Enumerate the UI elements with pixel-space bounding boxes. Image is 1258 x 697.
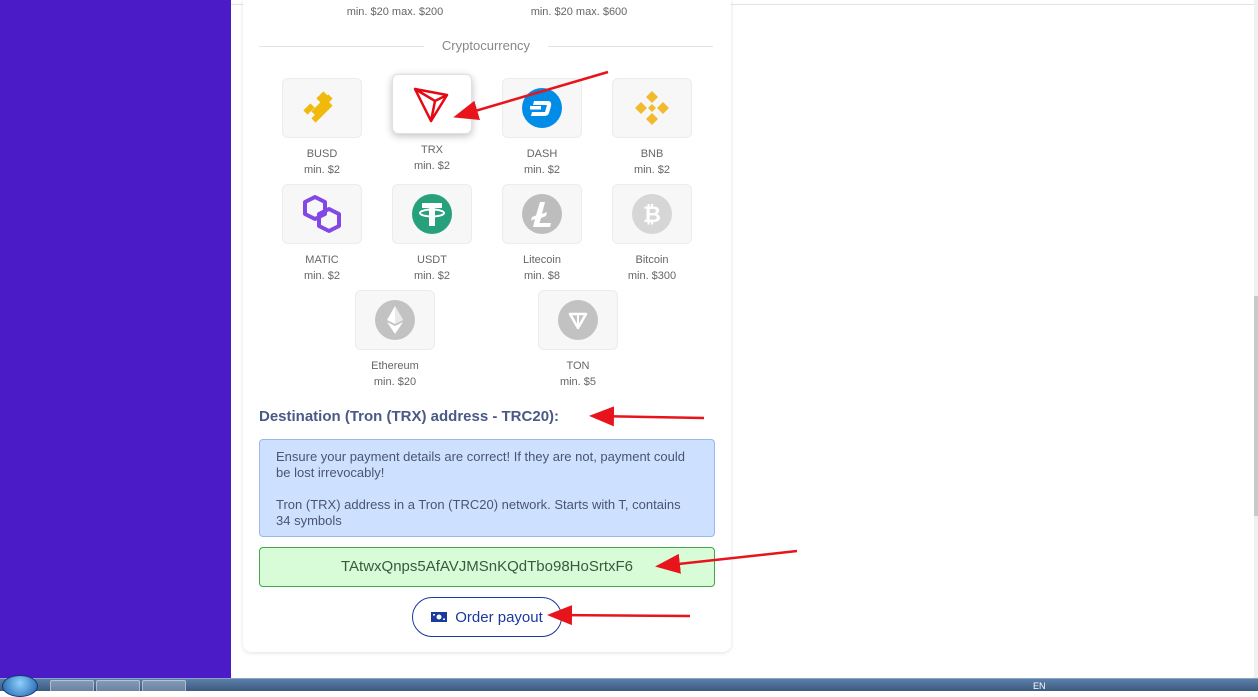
coin-min: min. $2	[413, 160, 451, 172]
coin-icon-box[interactable]	[355, 290, 435, 350]
coin-min: min. $2	[303, 270, 341, 282]
coin-name: Bitcoin	[635, 254, 669, 266]
coin-option-usdt[interactable]: USDT min. $2	[390, 184, 474, 284]
left-sidebar-background	[0, 0, 231, 678]
coin-option-busd[interactable]: BUSD min. $2	[280, 78, 364, 178]
coin-option-litecoin[interactable]: Litecoin min. $8	[500, 184, 584, 284]
info-alert: Ensure your payment details are correct!…	[259, 439, 715, 537]
bnb-icon	[635, 91, 669, 125]
coin-icon-box[interactable]	[392, 74, 472, 134]
coin-icon-box[interactable]	[282, 184, 362, 244]
tether-icon	[412, 194, 452, 234]
ton-icon	[558, 300, 598, 340]
order-payout-label: Order payout	[455, 608, 543, 626]
bitcoin-icon: ₿	[632, 194, 672, 234]
fiat-limit-left: min. $20 max. $200	[346, 6, 444, 18]
address-input[interactable]: TAtwxQnps5AfAVJMSnKQdTbo98HoSrtxF6	[259, 547, 715, 587]
coin-option-bitcoin[interactable]: ₿ Bitcoin min. $300	[610, 184, 694, 284]
scrollbar-thumb[interactable]	[1254, 296, 1258, 516]
busd-icon	[303, 91, 333, 123]
svg-text:₿: ₿	[643, 203, 661, 228]
coin-name: TON	[566, 360, 590, 372]
coin-option-ethereum[interactable]: Ethereum min. $20	[353, 290, 437, 390]
coin-name: MATIC	[305, 254, 339, 266]
coin-min: min. $2	[413, 270, 451, 282]
coin-icon-box[interactable]	[502, 184, 582, 244]
taskbar: EN	[0, 675, 1258, 697]
banknote-icon	[431, 612, 448, 622]
coin-option-matic[interactable]: MATIC min. $2	[280, 184, 364, 284]
section-divider: Cryptocurrency	[259, 38, 713, 54]
coin-name: BUSD	[306, 148, 338, 160]
coin-min: min. $300	[627, 270, 677, 282]
coin-min: min. $5	[559, 376, 597, 388]
coin-option-dash[interactable]: DASH min. $2	[500, 78, 584, 178]
taskbar-app-2[interactable]	[96, 680, 140, 693]
order-payout-button[interactable]: Order payout	[412, 597, 562, 637]
coin-icon-box[interactable]	[538, 290, 618, 350]
coin-min: min. $2	[633, 164, 671, 176]
coin-option-ton[interactable]: TON min. $5	[536, 290, 620, 390]
info-warning-text: Ensure your payment details are correct!…	[276, 449, 685, 480]
section-title: Cryptocurrency	[441, 38, 531, 53]
polygon-icon	[303, 195, 341, 233]
dash-icon	[522, 88, 562, 128]
coin-icon-box[interactable]	[282, 78, 362, 138]
coin-option-bnb[interactable]: BNB min. $2	[610, 78, 694, 178]
start-button[interactable]	[2, 675, 38, 697]
coin-name: USDT	[417, 254, 447, 266]
coin-option-trx[interactable]: TRX min. $2	[390, 74, 474, 174]
coin-name: BNB	[640, 148, 664, 160]
coin-min: min. $20	[373, 376, 417, 388]
info-hint-text: Tron (TRX) address in a Tron (TRC20) net…	[276, 497, 681, 528]
coin-icon-box[interactable]	[612, 78, 692, 138]
ethereum-icon	[375, 300, 415, 340]
litecoin-icon	[522, 194, 562, 234]
coin-name: Litecoin	[523, 254, 561, 266]
coin-icon-box[interactable]: ₿	[612, 184, 692, 244]
taskbar-app-3[interactable]	[142, 680, 186, 693]
taskbar-app-1[interactable]	[50, 680, 94, 693]
fiat-limit-right: min. $20 max. $600	[530, 6, 628, 18]
coin-min: min. $2	[523, 164, 561, 176]
coin-name: DASH	[526, 148, 558, 160]
coin-icon-box[interactable]	[392, 184, 472, 244]
payout-card: min. $20 max. $200 min. $20 max. $600 Cr…	[243, 0, 731, 652]
destination-label: Destination (Tron (TRX) address - TRC20)…	[259, 408, 560, 425]
tron-icon	[413, 87, 449, 123]
coin-name: TRX	[421, 144, 443, 156]
coin-icon-box[interactable]	[502, 78, 582, 138]
coin-min: min. $8	[523, 270, 561, 282]
coin-min: min. $2	[303, 164, 341, 176]
coin-name: Ethereum	[371, 360, 419, 372]
